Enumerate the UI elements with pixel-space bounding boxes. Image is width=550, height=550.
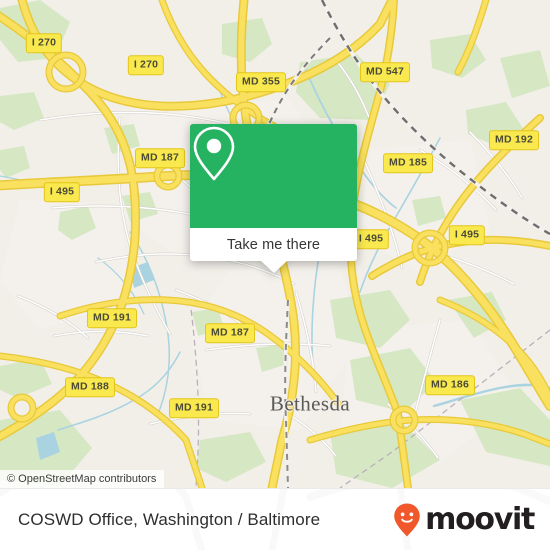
road-shield: MD 191: [87, 308, 137, 328]
popup-footer[interactable]: Take me there: [190, 228, 357, 273]
osm-attribution-text[interactable]: © OpenStreetMap contributors: [7, 473, 156, 485]
road-shield: MD 192: [489, 130, 539, 150]
location-popup-card[interactable]: Take me there: [190, 124, 357, 273]
road-shield: MD 191: [169, 398, 219, 418]
road-shield: MD 185: [383, 153, 433, 173]
moovit-smiley-pin-icon: [394, 503, 420, 536]
map-canvas[interactable]: I 270 I 270 MD 355 MD 547 MD 192 MD 187 MD 185…: [0, 0, 550, 488]
map-attribution-bar: © OpenStreetMap contributors: [0, 470, 165, 488]
moovit-map-screenshot: I 270 I 270 MD 355 MD 547 MD 192 MD 187 MD 185…: [0, 0, 550, 550]
road-shield: MD 186: [425, 375, 475, 395]
road-shield: I 495: [352, 229, 390, 249]
road-shield: I 495: [448, 225, 486, 245]
road-shield: MD 547: [360, 62, 410, 82]
popup-tail-pointer: [260, 261, 287, 273]
road-shield: MD 355: [236, 72, 286, 92]
take-me-there-button[interactable]: Take me there: [227, 237, 320, 253]
road-shield: I 495: [43, 182, 81, 202]
moovit-wordmark: moovit: [425, 501, 535, 537]
road-shield: MD 187: [135, 148, 185, 168]
road-shield: I 270: [25, 33, 63, 53]
moovit-logo[interactable]: moovit: [392, 501, 535, 538]
road-shield: MD 188: [65, 377, 115, 397]
road-shield: MD 187: [205, 323, 255, 343]
place-label: Bethesda: [269, 391, 351, 416]
location-pin-icon: [193, 126, 235, 181]
popup-header: [190, 124, 357, 228]
footer-bar: COSWD Office, Washington / Baltimore moo…: [0, 488, 550, 550]
location-title: COSWD Office, Washington / Baltimore: [18, 509, 321, 529]
road-shield: I 270: [127, 55, 165, 75]
